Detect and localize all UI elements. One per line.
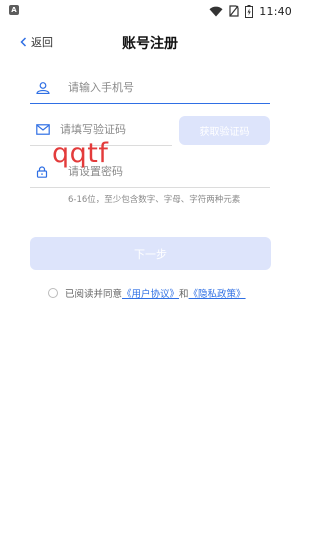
status-time: 11:40 bbox=[259, 4, 292, 18]
mail-icon bbox=[36, 124, 50, 135]
wifi-icon bbox=[209, 6, 223, 16]
page-title: 账号注册 bbox=[122, 36, 178, 52]
watermark-text: qqtf bbox=[52, 138, 109, 169]
phone-input[interactable] bbox=[68, 81, 218, 94]
battery-icon bbox=[245, 4, 254, 18]
app-notification-icon: A bbox=[9, 5, 19, 15]
agreement-checkbox[interactable] bbox=[48, 288, 58, 298]
status-bar: A 11:40 bbox=[0, 0, 300, 22]
get-code-button[interactable]: 获取验证码 bbox=[179, 116, 270, 145]
next-button[interactable]: 下一步 bbox=[30, 237, 271, 270]
privacy-policy-link[interactable]: 《隐私政策》 bbox=[189, 286, 246, 300]
agreement-joiner: 和 bbox=[179, 289, 189, 300]
no-sim-icon bbox=[229, 5, 239, 17]
header: 返回 账号注册 bbox=[0, 28, 300, 56]
agreement-prefix: 已阅读并同意 bbox=[65, 289, 123, 300]
status-icons: 11:40 bbox=[209, 3, 292, 19]
user-icon bbox=[36, 81, 58, 94]
agreement-row: 已阅读并同意 《用户协议》 和 《隐私政策》 bbox=[48, 286, 246, 300]
password-hint: 6-16位，至少包含数字、字母、字符两种元素 bbox=[68, 195, 241, 205]
phone-field bbox=[30, 72, 270, 104]
user-agreement-link[interactable]: 《用户协议》 bbox=[122, 286, 179, 300]
